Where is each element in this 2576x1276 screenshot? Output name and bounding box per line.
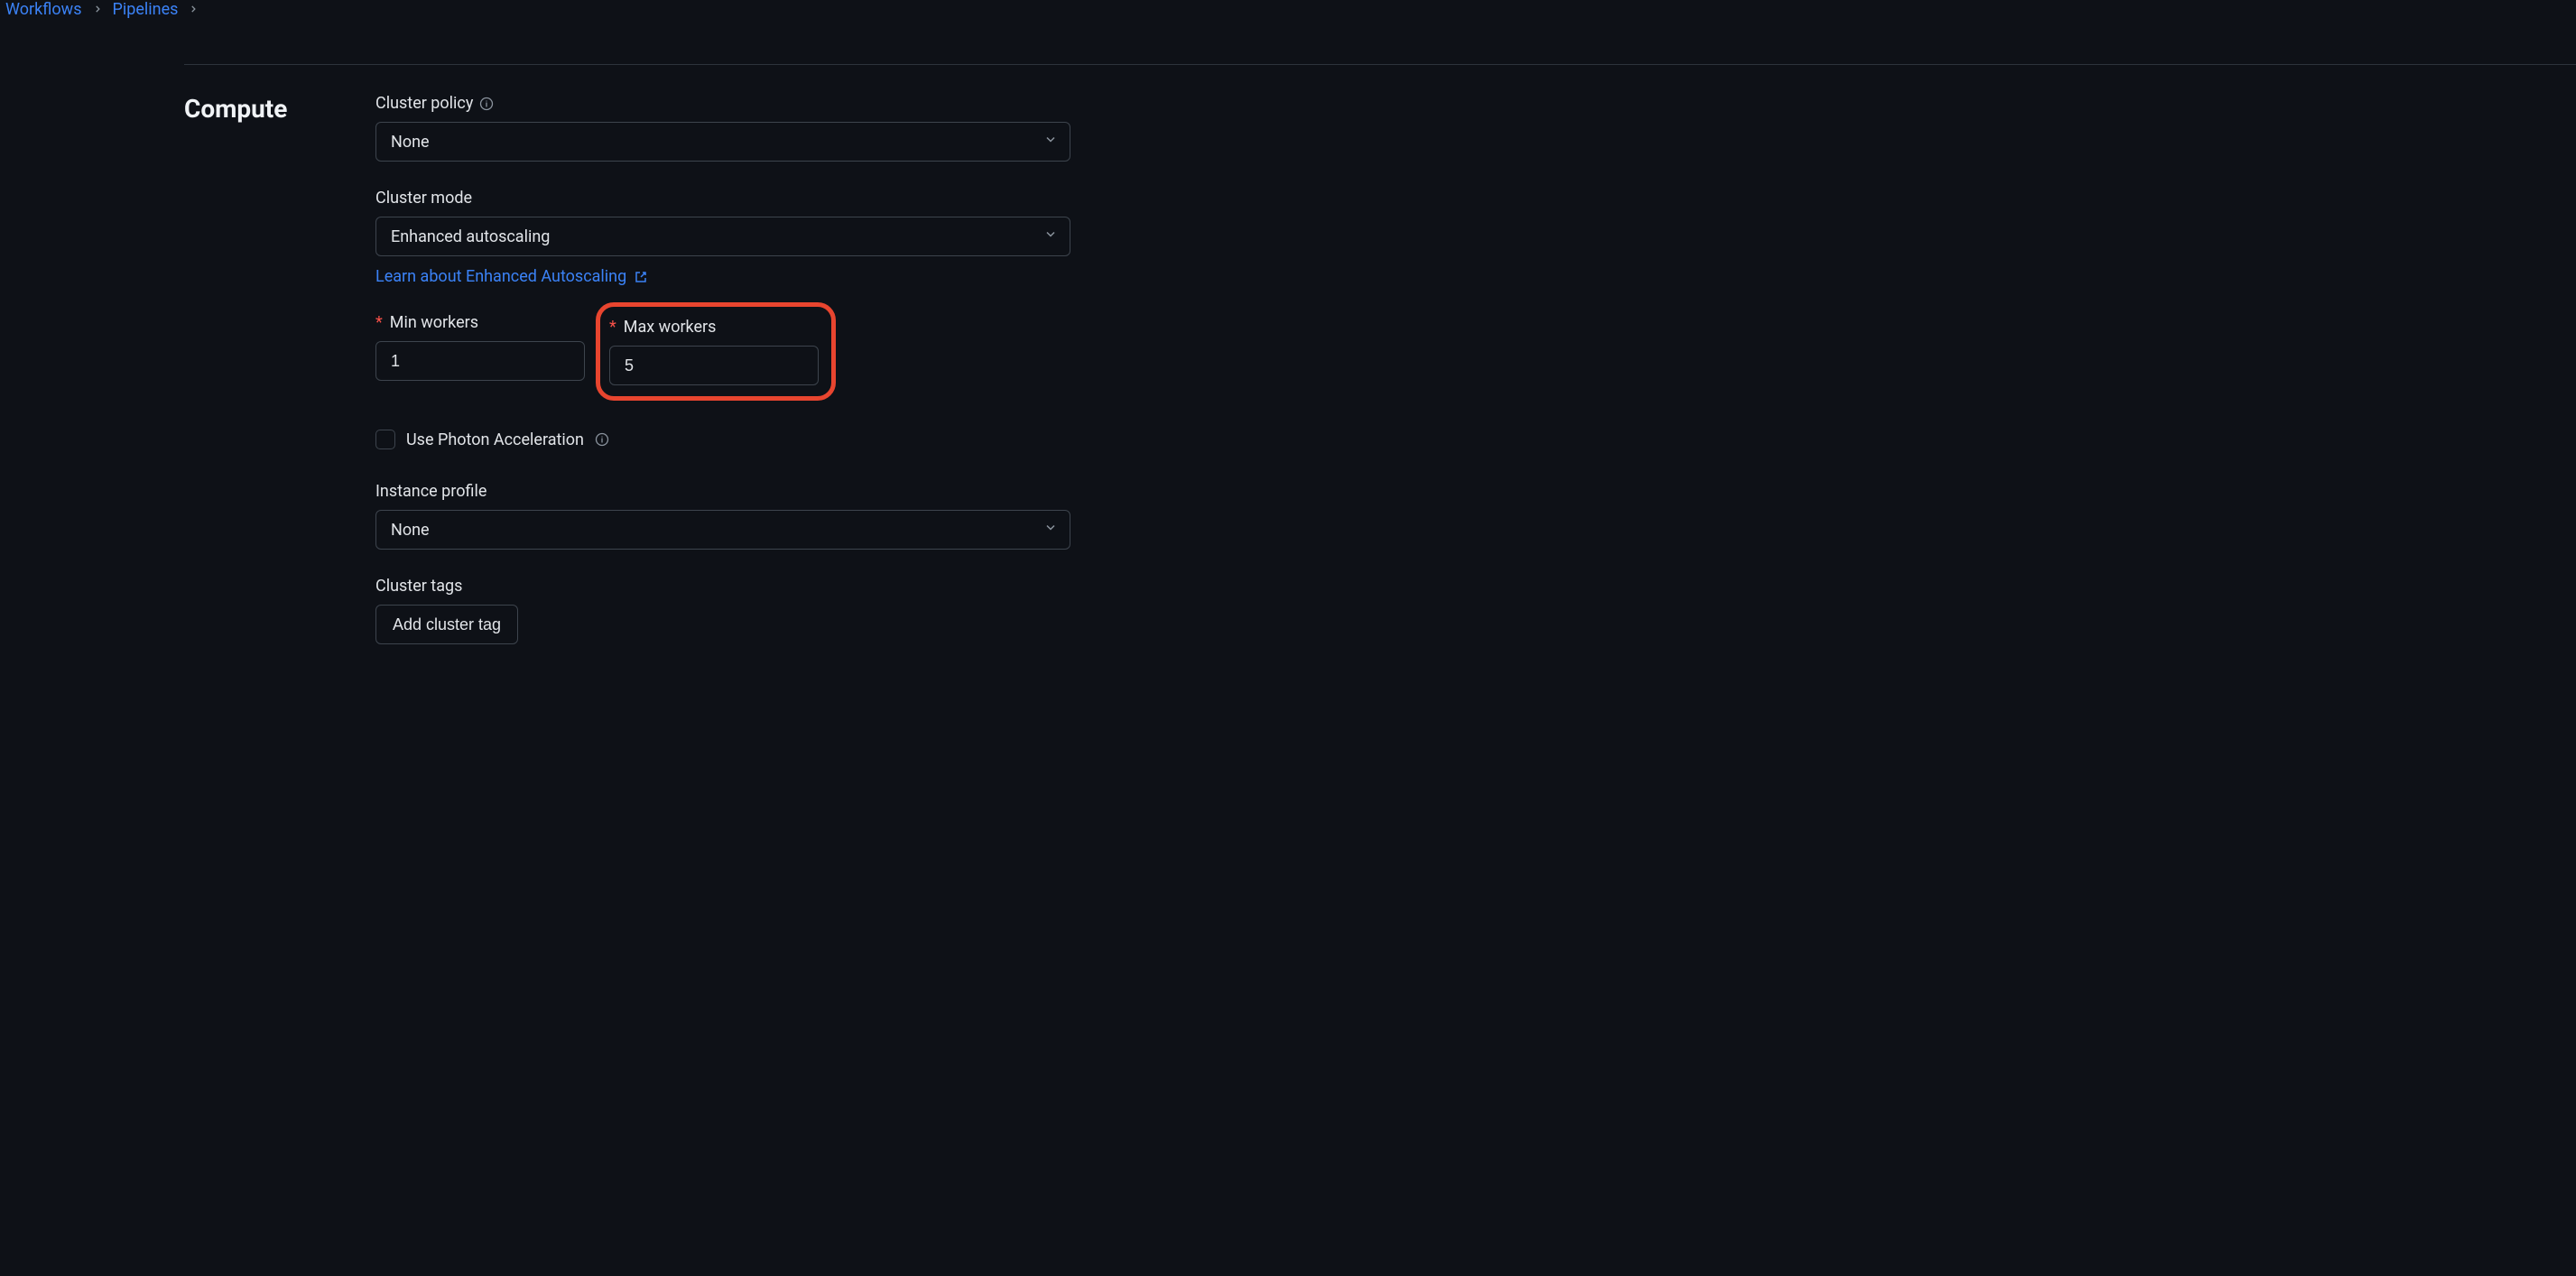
- instance-profile-select[interactable]: None: [375, 510, 1070, 550]
- photon-checkbox[interactable]: [375, 430, 395, 449]
- max-workers-input[interactable]: [609, 346, 819, 385]
- instance-profile-label: Instance profile: [375, 482, 486, 501]
- cluster-mode-select[interactable]: Enhanced autoscaling: [375, 217, 1070, 256]
- cluster-policy-select[interactable]: None: [375, 122, 1070, 162]
- min-workers-input[interactable]: [375, 341, 585, 381]
- cluster-policy-value: None: [391, 133, 430, 152]
- instance-profile-value: None: [391, 521, 430, 540]
- add-cluster-tag-label: Add cluster tag: [393, 615, 501, 634]
- section-title-compute: Compute: [184, 94, 375, 124]
- cluster-tags-label: Cluster tags: [375, 577, 462, 596]
- min-workers-label: Min workers: [390, 313, 478, 332]
- chevron-right-icon: [185, 3, 201, 17]
- enhanced-autoscaling-help-link[interactable]: Learn about Enhanced Autoscaling: [375, 267, 648, 286]
- breadcrumb: Workflows Pipelines: [0, 0, 2576, 19]
- required-asterisk: *: [375, 313, 383, 332]
- breadcrumb-workflows[interactable]: Workflows: [5, 0, 82, 19]
- cluster-mode-label: Cluster mode: [375, 189, 472, 208]
- add-cluster-tag-button[interactable]: Add cluster tag: [375, 605, 518, 644]
- breadcrumb-pipelines[interactable]: Pipelines: [113, 0, 179, 19]
- cluster-policy-label: Cluster policy: [375, 94, 473, 113]
- info-icon[interactable]: [595, 432, 610, 448]
- cluster-mode-value: Enhanced autoscaling: [391, 227, 550, 246]
- max-workers-highlight: * Max workers: [596, 302, 836, 401]
- help-link-text: Learn about Enhanced Autoscaling: [375, 267, 626, 286]
- external-link-icon: [634, 270, 648, 284]
- chevron-right-icon: [89, 3, 106, 17]
- max-workers-label: Max workers: [624, 318, 717, 337]
- required-asterisk: *: [609, 318, 616, 337]
- info-icon[interactable]: [478, 96, 494, 111]
- photon-label: Use Photon Acceleration: [406, 430, 584, 449]
